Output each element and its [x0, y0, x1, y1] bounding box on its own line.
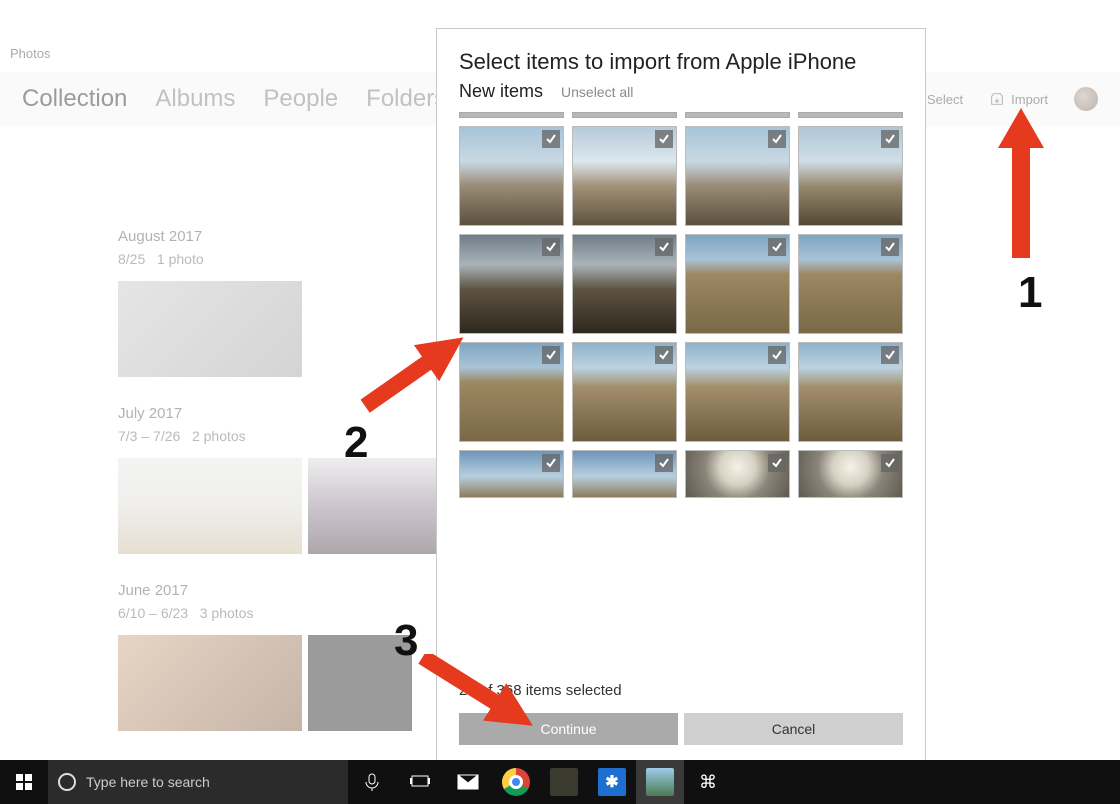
import-label: Import	[1011, 92, 1048, 107]
item-checkbox[interactable]	[655, 130, 673, 148]
import-item[interactable]	[798, 450, 903, 498]
taskbar-app-generic-1[interactable]	[540, 760, 588, 804]
search-placeholder: Type here to search	[86, 774, 210, 790]
import-item-edge[interactable]	[685, 112, 790, 118]
import-button[interactable]: Import	[989, 91, 1048, 107]
item-checkbox[interactable]	[655, 346, 673, 364]
import-item[interactable]	[798, 126, 903, 226]
dialog-title: Select items to import from Apple iPhone	[459, 49, 903, 75]
taskbar-app-generic-2[interactable]: ✱	[588, 760, 636, 804]
photo-thumbnail[interactable]	[308, 635, 412, 731]
nav-tab-people[interactable]: People	[263, 85, 338, 113]
import-item[interactable]	[685, 450, 790, 498]
task-view-button[interactable]	[396, 760, 444, 804]
taskbar: Type here to search ✱ ⌘	[0, 760, 1120, 804]
item-checkbox[interactable]	[881, 238, 899, 256]
item-checkbox[interactable]	[768, 130, 786, 148]
import-item[interactable]	[459, 342, 564, 442]
import-item[interactable]	[459, 126, 564, 226]
cancel-button[interactable]: Cancel	[684, 713, 903, 745]
import-item[interactable]	[685, 234, 790, 334]
item-checkbox[interactable]	[768, 454, 786, 472]
item-checkbox[interactable]	[881, 130, 899, 148]
select-button[interactable]: Select	[927, 92, 963, 107]
taskbar-app-photos[interactable]	[636, 760, 684, 804]
import-item[interactable]	[685, 126, 790, 226]
import-item[interactable]	[572, 234, 677, 334]
mail-icon	[457, 774, 479, 790]
continue-button[interactable]: Continue	[459, 713, 678, 745]
start-button[interactable]	[0, 760, 48, 804]
item-checkbox[interactable]	[655, 238, 673, 256]
nav-tab-albums[interactable]: Albums	[155, 85, 235, 113]
avatar[interactable]	[1074, 87, 1098, 111]
photo-thumbnail[interactable]	[118, 281, 302, 377]
unselect-all-link[interactable]: Unselect all	[561, 84, 633, 100]
import-item[interactable]	[459, 234, 564, 334]
item-checkbox[interactable]	[655, 454, 673, 472]
item-checkbox[interactable]	[881, 454, 899, 472]
taskbar-app-generic-3[interactable]: ⌘	[684, 760, 732, 804]
taskbar-app-chrome[interactable]	[492, 760, 540, 804]
dialog-subtitle: New items	[459, 81, 543, 102]
import-item[interactable]	[798, 342, 903, 442]
item-checkbox[interactable]	[542, 454, 560, 472]
taskbar-search[interactable]: Type here to search	[48, 760, 348, 804]
mic-icon	[365, 773, 379, 791]
cortana-icon	[58, 773, 76, 791]
import-item-edge[interactable]	[798, 112, 903, 118]
item-checkbox[interactable]	[768, 346, 786, 364]
item-checkbox[interactable]	[542, 238, 560, 256]
item-checkbox[interactable]	[542, 346, 560, 364]
photos-icon	[646, 768, 674, 796]
import-item[interactable]	[572, 126, 677, 226]
import-item[interactable]	[572, 450, 677, 498]
nav-tab-collection[interactable]: Collection	[22, 85, 127, 113]
import-item-edge[interactable]	[459, 112, 564, 118]
select-label: Select	[927, 92, 963, 107]
import-item[interactable]	[798, 234, 903, 334]
task-view-icon	[410, 774, 430, 790]
photo-thumbnail[interactable]	[118, 635, 302, 731]
photo-thumbnail[interactable]	[308, 458, 450, 554]
windows-icon	[16, 774, 32, 790]
app-title: Photos	[10, 46, 50, 61]
item-checkbox[interactable]	[768, 238, 786, 256]
selection-summary: 23 of 368 items selected	[459, 682, 903, 699]
taskbar-mic-button[interactable]	[348, 760, 396, 804]
nav-tab-folders[interactable]: Folders	[366, 85, 446, 113]
item-checkbox[interactable]	[542, 130, 560, 148]
import-item[interactable]	[572, 342, 677, 442]
import-item[interactable]	[459, 450, 564, 498]
import-item-edge[interactable]	[572, 112, 677, 118]
photo-thumbnail[interactable]	[118, 458, 302, 554]
import-icon	[989, 91, 1005, 107]
import-item[interactable]	[685, 342, 790, 442]
import-dialog: Select items to import from Apple iPhone…	[436, 28, 926, 762]
taskbar-app-mail[interactable]	[444, 760, 492, 804]
item-checkbox[interactable]	[881, 346, 899, 364]
